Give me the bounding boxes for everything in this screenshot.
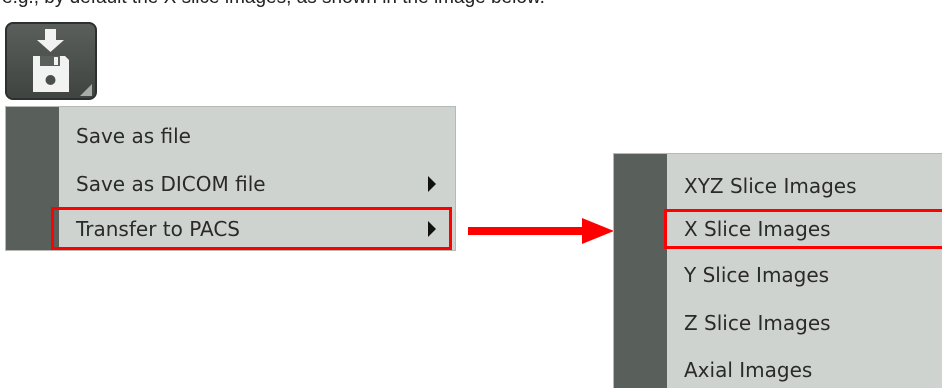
save-menu: Save as file Save as DICOM file Transfer… — [5, 106, 456, 251]
submenu-item-axial-images[interactable]: Axial Images — [614, 346, 942, 388]
menu-item-label: Axial Images — [684, 357, 813, 382]
menu-item-label: Transfer to PACS — [76, 216, 240, 241]
submenu-arrow-icon — [428, 175, 436, 192]
menu-item-label: XYZ Slice Images — [684, 173, 857, 198]
stage: e.g., by default the X slice images, as … — [0, 0, 942, 388]
submenu-item-xyz-slice-images[interactable]: XYZ Slice Images — [614, 162, 942, 209]
menu-item-transfer-to-pacs[interactable]: Transfer to PACS — [51, 207, 452, 250]
menu-item-label: X Slice Images — [684, 217, 831, 241]
menu-item-save-as-file[interactable]: Save as file — [6, 112, 455, 159]
save-toolbar-button[interactable] — [5, 22, 97, 100]
menu-item-label: Save as DICOM file — [76, 171, 266, 196]
submenu-item-x-slice-images[interactable]: X Slice Images — [664, 209, 942, 249]
connector-arrow — [468, 218, 614, 244]
pacs-submenu: XYZ Slice Images X Slice Images Y Slice … — [613, 153, 942, 388]
submenu-arrow-icon — [428, 220, 436, 237]
submenu-item-y-slice-images[interactable]: Y Slice Images — [614, 251, 942, 298]
submenu-item-z-slice-images[interactable]: Z Slice Images — [614, 299, 942, 346]
menu-item-label: Y Slice Images — [684, 262, 830, 287]
save-to-disk-icon — [33, 29, 92, 96]
menu-item-label: Save as file — [76, 123, 191, 148]
menu-item-label: Z Slice Images — [684, 310, 831, 335]
menu-item-save-as-dicom-file[interactable]: Save as DICOM file — [6, 160, 455, 207]
top-caption-text: e.g., by default the X slice images, as … — [2, 0, 545, 9]
